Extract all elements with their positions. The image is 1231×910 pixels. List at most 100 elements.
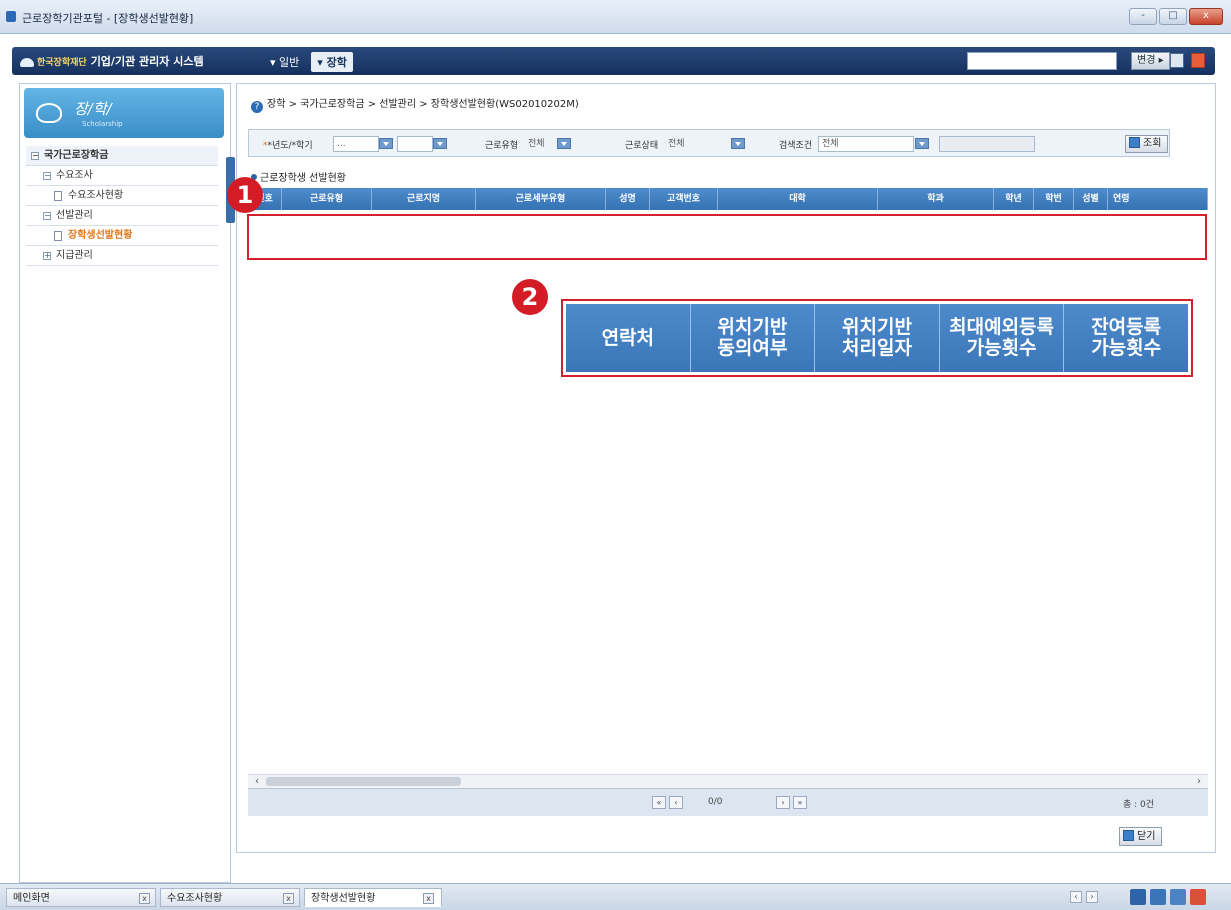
nav-tree: − 국가근로장학금 − 수요조사 수요조사현황 − 선발관리 장학생선발현황 +… <box>26 146 218 266</box>
menu-general[interactable]: ▾ 일반 <box>264 52 305 72</box>
col-header-work-detail-type[interactable]: 근로세부유형 <box>476 188 606 210</box>
pager: « ‹ 0/0 › » 총 : 0건 <box>248 788 1208 816</box>
cascade-icon[interactable] <box>1170 889 1186 905</box>
last-page-button[interactable]: » <box>793 796 807 809</box>
col-header-name[interactable]: 성명 <box>606 188 650 210</box>
work-type-label: 근로유형 <box>485 141 519 151</box>
header-search-input[interactable] <box>967 52 1117 70</box>
close-button[interactable]: 닫기 <box>1119 827 1163 846</box>
tree-item-label: 선발관리 <box>56 210 93 221</box>
breadcrumb-text: 장학 > 국가근로장학금 > 선발관리 > 장학생선발현황(WS02010202… <box>267 99 579 110</box>
document-icon <box>54 191 62 201</box>
sidebar-header: 장/학/ Scholarship <box>24 88 224 138</box>
tile-vertical-icon[interactable] <box>1130 889 1146 905</box>
col-header-university[interactable]: 대학 <box>718 188 878 210</box>
graduation-cap-icon <box>20 57 34 67</box>
tree-item-demand-survey[interactable]: − 수요조사 <box>26 166 218 186</box>
tile-horizontal-icon[interactable] <box>1150 889 1166 905</box>
tab-scroll-left-icon[interactable]: ‹ <box>1070 891 1082 903</box>
horizontal-scrollbar[interactable]: ‹ › <box>248 774 1208 788</box>
close-window-button[interactable]: x <box>1189 8 1223 25</box>
expand-icon[interactable]: + <box>43 252 51 260</box>
year-select[interactable]: ... <box>333 136 379 152</box>
tab-demand-survey-status[interactable]: 수요조사현황 x <box>160 888 300 907</box>
work-type-select[interactable]: 전체 <box>524 136 556 152</box>
menu-scholarship[interactable]: ▾ 장학 <box>311 52 353 72</box>
collapse-icon[interactable]: − <box>43 212 51 220</box>
close-icon <box>1123 830 1134 841</box>
tab-close-icon[interactable]: x <box>139 893 150 904</box>
top-menu: ▾ 일반 ▾ 장학 <box>264 52 353 72</box>
graduation-cap-icon <box>36 103 62 123</box>
callout-badge-1: 1 <box>227 177 263 213</box>
col-header-gender[interactable]: 성별 <box>1074 188 1108 210</box>
breadcrumb: ? 장학 > 국가근로장학금 > 선발관리 > 장학생선발현황(WS0201020… <box>251 95 579 113</box>
tree-item-label: 수요조사현황 <box>68 190 124 201</box>
window-title: 근로장학기관포털 - [장학생선발현황] <box>22 12 194 25</box>
print-icon[interactable] <box>1170 53 1184 68</box>
term-select[interactable] <box>397 136 433 152</box>
callout-box-1 <box>247 214 1207 260</box>
minimize-button[interactable]: - <box>1129 8 1157 25</box>
sidebar: 장/학/ Scholarship − 국가근로장학금 − 수요조사 수요조사현황… <box>19 83 231 883</box>
tree-item-label: 지급관리 <box>56 250 93 261</box>
search-condition-select[interactable]: 전체 <box>818 136 914 152</box>
tab-scroll-right-icon[interactable]: › <box>1086 891 1098 903</box>
maximize-button[interactable]: □ <box>1159 8 1187 25</box>
search-form: **년도/*학기 ... 근로유형 전체 근로상태 전체 검색조건 전체 조회 <box>248 129 1170 157</box>
first-page-button[interactable]: « <box>652 796 666 809</box>
scroll-right-icon[interactable]: › <box>1192 775 1206 789</box>
term-dropdown-arrow-icon[interactable] <box>433 138 447 149</box>
scroll-thumb[interactable] <box>266 777 461 786</box>
document-icon <box>54 231 62 241</box>
col-header-customer-no[interactable]: 고객번호 <box>650 188 718 210</box>
tree-item-national-work-scholarship[interactable]: − 국가근로장학금 <box>26 146 218 166</box>
main-panel: ? 장학 > 국가근로장학금 > 선발관리 > 장학생선발현황(WS0201020… <box>227 83 1216 853</box>
query-button[interactable]: 조회 <box>1125 135 1169 153</box>
col-header-age[interactable]: 연령 <box>1108 188 1208 210</box>
grid-body-empty <box>248 210 1208 780</box>
col-header-workplace[interactable]: 근로지명 <box>372 188 476 210</box>
col-header-department[interactable]: 학과 <box>878 188 994 210</box>
zoom-col-location-consent: 위치기반 동의여부 <box>691 304 816 372</box>
tab-close-icon[interactable]: x <box>423 893 434 904</box>
exit-icon[interactable] <box>1191 53 1205 68</box>
year-dropdown-arrow-icon[interactable] <box>379 138 393 149</box>
work-status-dropdown-arrow-icon[interactable] <box>731 138 745 149</box>
col-header-work-type[interactable]: 근로유형 <box>282 188 372 210</box>
bottom-tab-bar: 메인화면 x 수요조사현황 x 장학생선발현황 x ‹ › <box>0 883 1231 910</box>
year-term-label: **년도/*학기 <box>263 141 313 151</box>
search-keyword-input[interactable] <box>939 136 1035 152</box>
work-status-label: 근로상태 <box>625 141 659 151</box>
close-all-icon[interactable] <box>1190 889 1206 905</box>
col-header-student-id[interactable]: 학번 <box>1034 188 1074 210</box>
header-change-button[interactable]: 변경 ▸ <box>1131 52 1170 70</box>
tab-main-screen[interactable]: 메인화면 x <box>6 888 156 907</box>
zoom-col-max-exception: 최대예외등록 가능횟수 <box>940 304 1065 372</box>
search-condition-dropdown-arrow-icon[interactable] <box>915 138 929 149</box>
tree-item-label: 국가근로장학금 <box>44 150 109 161</box>
window-controls: - □ x <box>1129 8 1223 25</box>
scroll-left-icon[interactable]: ‹ <box>250 775 264 789</box>
work-type-dropdown-arrow-icon[interactable] <box>557 138 571 149</box>
page-indicator: 0/0 <box>708 797 723 807</box>
tab-close-icon[interactable]: x <box>283 893 294 904</box>
help-icon[interactable]: ? <box>251 101 263 113</box>
tree-item-payment-management[interactable]: + 지급관리 <box>26 246 218 266</box>
collapse-icon[interactable]: − <box>31 152 39 160</box>
tree-item-scholar-selection-status[interactable]: 장학생선발현황 <box>26 226 218 246</box>
brand-name: 한국장학재단 <box>37 58 87 68</box>
callout-badge-2: 2 <box>512 279 548 315</box>
work-status-select[interactable]: 전체 <box>664 136 730 152</box>
zoom-col-contact: 연락처 <box>566 304 691 372</box>
collapse-icon[interactable]: − <box>43 172 51 180</box>
prev-page-button[interactable]: ‹ <box>669 796 683 809</box>
window-title-bar: 근로장학기관포털 - [장학생선발현황] - □ x <box>0 0 1231 34</box>
grid-title: 근로장학생 선발현황 <box>251 169 346 184</box>
tree-item-selection-management[interactable]: − 선발관리 <box>26 206 218 226</box>
col-header-grade[interactable]: 학년 <box>994 188 1034 210</box>
logo: 한국장학재단 기업/기관 관리자 시스템 <box>20 53 204 69</box>
next-page-button[interactable]: › <box>776 796 790 809</box>
tree-item-demand-survey-status[interactable]: 수요조사현황 <box>26 186 218 206</box>
tab-scholar-selection-status[interactable]: 장학생선발현황 x <box>304 888 442 907</box>
